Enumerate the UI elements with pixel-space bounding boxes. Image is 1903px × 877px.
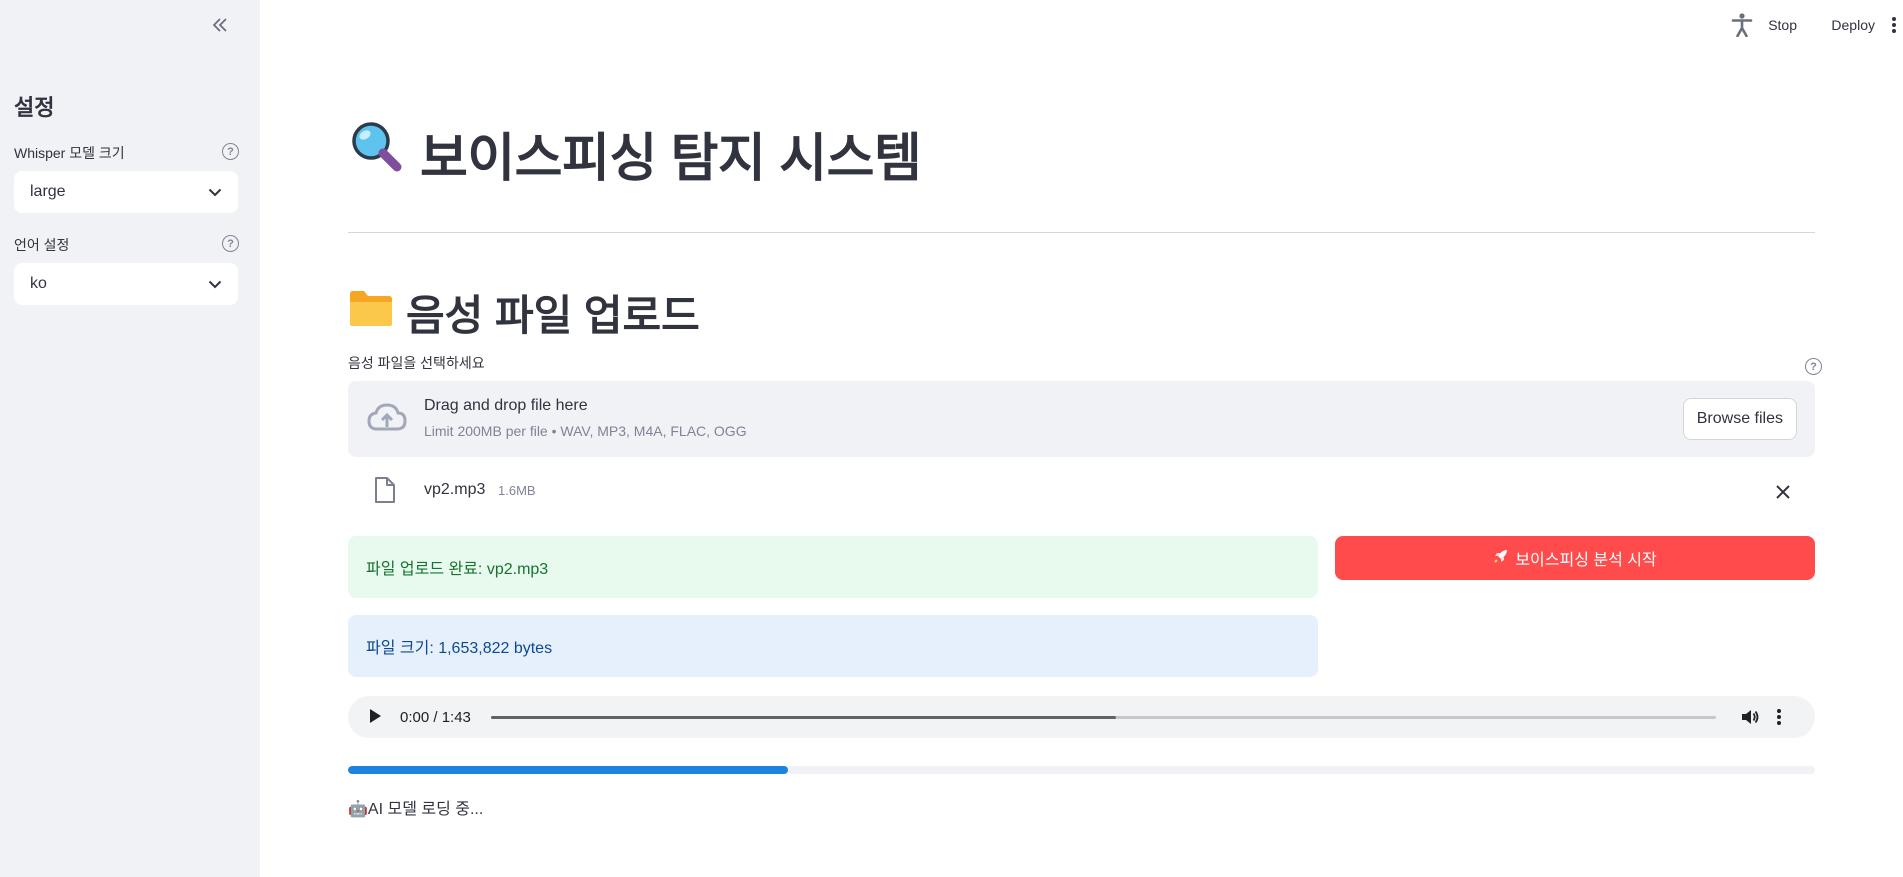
- loading-status-text: 🤖AI 모델 로딩 중...: [348, 801, 484, 818]
- magnifier-icon: [348, 119, 404, 188]
- stop-button[interactable]: Stop: [1768, 17, 1797, 33]
- audio-seek-bar[interactable]: [491, 716, 1716, 719]
- divider: [348, 232, 1815, 233]
- help-icon[interactable]: ?: [1805, 358, 1822, 375]
- page-title-text: 보이스피싱 탐지 시스템: [420, 130, 922, 188]
- start-analysis-button[interactable]: 보이스피싱 분석 시작: [1335, 536, 1815, 580]
- close-icon[interactable]: [1771, 480, 1795, 504]
- audio-seek-progress: [491, 716, 1116, 719]
- file-size-info-text: 파일 크기: 1,653,822 bytes: [366, 640, 553, 657]
- model-size-select[interactable]: large: [14, 171, 238, 213]
- collapse-sidebar-icon[interactable]: [207, 12, 233, 38]
- page-title: 보이스피싱 탐지 시스템: [348, 116, 922, 191]
- sidebar: 설정 Whisper 모델 크기 ? large 언어 설정 ? ko: [0, 0, 260, 877]
- kebab-menu-icon[interactable]: [1891, 16, 1897, 39]
- chevron-down-icon: [208, 280, 222, 288]
- file-dropzone[interactable]: Drag and drop file here Limit 200MB per …: [348, 381, 1815, 457]
- file-name: vp2.mp3: [424, 481, 486, 498]
- audio-player: 0:00 / 1:43: [348, 696, 1815, 738]
- loading-progress-bar: [348, 766, 1815, 774]
- upload-success-alert: 파일 업로드 완료: vp2.mp3: [348, 536, 1318, 598]
- language-label: 언어 설정: [14, 237, 70, 253]
- upload-cloud-icon: [366, 401, 408, 440]
- language-value: ko: [30, 275, 47, 292]
- dropzone-instruction: Drag and drop file here: [424, 397, 588, 414]
- model-size-label: Whisper 모델 크기: [14, 145, 125, 161]
- sidebar-title: 설정: [14, 95, 55, 120]
- uploaded-file-row: vp2.mp3 1.6MB: [348, 474, 1815, 510]
- help-icon[interactable]: ?: [222, 143, 239, 160]
- dropzone-limit: Limit 200MB per file • WAV, MP3, M4A, FL…: [424, 423, 747, 439]
- upload-label: 음성 파일을 선택하세요: [348, 355, 485, 371]
- upload-heading-text: 음성 파일 업로드: [406, 292, 700, 339]
- upload-heading: 음성 파일 업로드: [348, 282, 700, 343]
- file-size-info-alert: 파일 크기: 1,653,822 bytes: [348, 615, 1318, 677]
- audio-time: 0:00 / 1:43: [400, 709, 471, 726]
- upload-success-text: 파일 업로드 완료: vp2.mp3: [366, 561, 549, 578]
- volume-icon[interactable]: [1740, 707, 1760, 732]
- language-select[interactable]: ko: [14, 263, 238, 305]
- file-icon: [374, 476, 396, 509]
- accessibility-icon[interactable]: [1731, 13, 1753, 42]
- kebab-menu-icon[interactable]: [1776, 707, 1782, 732]
- rocket-icon: [1493, 548, 1509, 569]
- model-size-value: large: [30, 183, 66, 200]
- loading-progress-fill: [348, 766, 789, 774]
- file-size: 1.6MB: [498, 483, 536, 498]
- help-icon[interactable]: ?: [222, 235, 239, 252]
- folder-icon: [348, 288, 394, 338]
- browse-files-button[interactable]: Browse files: [1682, 398, 1797, 440]
- play-icon[interactable]: [368, 708, 382, 729]
- chevron-down-icon: [208, 188, 222, 196]
- deploy-button[interactable]: Deploy: [1831, 17, 1875, 33]
- start-analysis-label: 보이스피싱 분석 시작: [1515, 552, 1657, 569]
